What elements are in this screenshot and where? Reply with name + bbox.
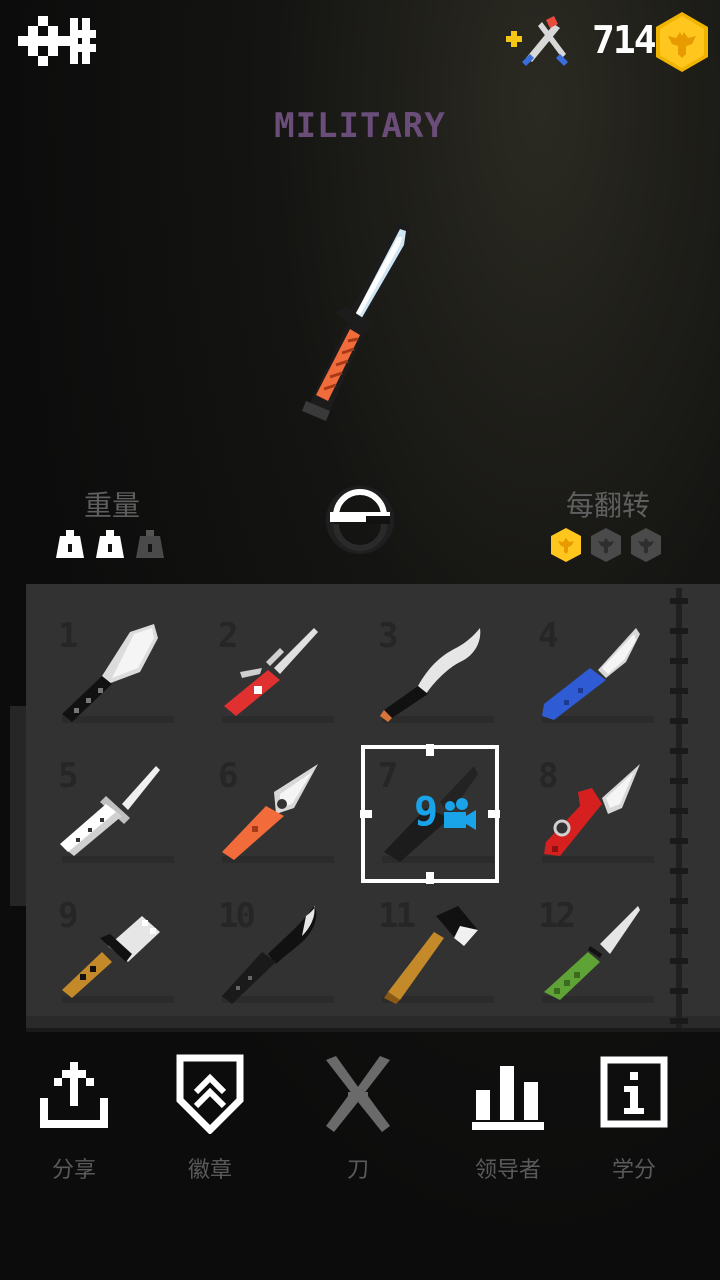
eagle-coin-icon xyxy=(551,528,581,562)
eagle-coin-icon-empty xyxy=(631,528,661,562)
knife-slot-1[interactable]: 1 xyxy=(50,612,180,742)
coin-count: 714 xyxy=(592,18,657,62)
panel-shadow xyxy=(26,1028,720,1032)
back-arrow-icon xyxy=(18,16,96,66)
share-icon xyxy=(40,1062,108,1128)
kukri-knife-icon xyxy=(380,628,481,722)
blue-folding-knife-icon xyxy=(542,628,640,720)
knife-slot-8[interactable]: 8 xyxy=(530,752,660,882)
rotate-knife-button[interactable] xyxy=(326,486,394,554)
nav-knives-label: 刀 xyxy=(346,1158,369,1183)
nav-badges-label: 徽章 xyxy=(187,1158,232,1183)
knife-slot-10[interactable]: 10 xyxy=(210,892,340,1022)
video-camera-icon xyxy=(444,798,476,830)
weight-icon xyxy=(56,530,84,558)
bottom-navigation: 分享 徽章 刀 领导者 学分 xyxy=(0,1040,720,1190)
knife-slot-4[interactable]: 4 xyxy=(530,612,660,742)
panel-spine xyxy=(670,588,688,1028)
knife-slot-6[interactable]: 6 xyxy=(210,752,340,882)
leaderboard-icon xyxy=(472,1066,544,1130)
selected-knife-preview xyxy=(302,223,410,421)
crossed-knives-icon xyxy=(326,1056,390,1132)
knife-slot-11[interactable]: 11 xyxy=(370,892,500,1022)
nav-leaderboard-label: 领导者 xyxy=(474,1158,541,1183)
nav-badges[interactable]: 徽章 xyxy=(150,1040,270,1183)
category-title: MILITARY xyxy=(274,106,446,146)
green-combat-knife-icon xyxy=(544,906,640,1000)
bread-saw-knife-icon xyxy=(62,916,160,998)
orange-spyderco-knife-icon xyxy=(222,764,318,860)
nav-credits-label: 学分 xyxy=(611,1158,656,1183)
info-icon xyxy=(600,1056,668,1128)
knife-slot-2[interactable]: 2 xyxy=(210,612,340,742)
cleaver-knife-icon xyxy=(62,624,158,722)
swiss-army-knife-icon xyxy=(224,628,318,716)
weight-meter xyxy=(54,528,174,562)
hatchet-axe-icon xyxy=(384,906,478,1004)
butterfly-knife-icon xyxy=(60,766,160,856)
nav-knives[interactable]: 刀 xyxy=(298,1040,418,1183)
eagle-coin-icon xyxy=(656,12,708,72)
nav-leaderboard[interactable]: 领导者 xyxy=(448,1040,568,1183)
nav-credits[interactable]: 学分 xyxy=(574,1040,694,1183)
black-machete-icon xyxy=(222,906,317,1004)
nav-share-label: 分享 xyxy=(51,1158,96,1183)
weight-label: 重量 xyxy=(83,489,140,522)
per-flip-label: 每翻转 xyxy=(565,489,650,522)
badge-icon xyxy=(176,1054,244,1134)
knife-slot-9[interactable]: 9 xyxy=(50,892,180,1022)
eagle-coin-icon-empty xyxy=(591,528,621,562)
nav-share[interactable]: 分享 xyxy=(14,1040,134,1183)
knife-slot-3[interactable]: 3 xyxy=(370,612,500,742)
weight-icon-empty xyxy=(136,530,164,558)
per-flip-reward-meter xyxy=(550,528,670,564)
red-karambit-knife-icon xyxy=(544,764,640,856)
plus-knives-icon xyxy=(506,16,568,66)
weight-icon xyxy=(96,530,124,558)
knife-slot-12[interactable]: 12 xyxy=(530,892,660,1022)
back-button[interactable] xyxy=(18,12,98,70)
knife-slot-5[interactable]: 5 xyxy=(50,752,180,882)
unlock-random-knife-button[interactable] xyxy=(502,14,574,68)
